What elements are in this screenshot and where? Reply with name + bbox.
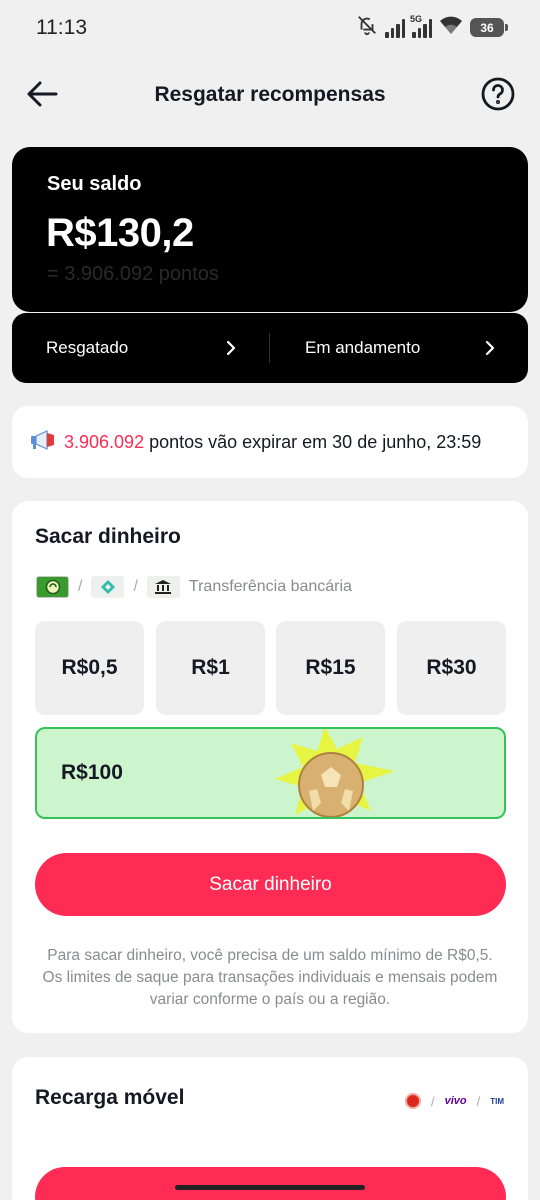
chevron-right-icon [226, 340, 236, 361]
withdraw-button[interactable]: Sacar dinheiro [35, 853, 506, 916]
balance-links: Resgatado Em andamento [12, 313, 528, 383]
claro-logo-icon [404, 1093, 421, 1109]
battery-icon: 36 [470, 18, 508, 37]
help-button[interactable] [478, 76, 518, 116]
back-button[interactable] [22, 76, 62, 116]
balance-label: Seu saldo [47, 173, 142, 195]
signal-icon [385, 18, 405, 38]
nav-bar: Resgatar recompensas [0, 70, 540, 122]
status-icons: 5G 36 [356, 14, 508, 41]
expiry-notice: 3.906.092 pontos vão expirar em 30 de ju… [12, 406, 528, 478]
status-bar: 11:13 5G 36 [0, 0, 540, 56]
recharge-title: Recarga móvel [35, 1086, 185, 1109]
home-indicator[interactable] [175, 1185, 365, 1190]
amount-option[interactable]: R$15 [276, 621, 385, 715]
mobile-recharge-card: Recarga móvel / vivo / TIM [12, 1057, 528, 1200]
signal-5g-icon: 5G [410, 14, 432, 38]
redeemed-link[interactable]: Resgatado [46, 313, 246, 383]
in-progress-link[interactable]: Em andamento [305, 313, 505, 383]
redeemed-label: Resgatado [46, 338, 129, 357]
vivo-logo: vivo [444, 1095, 467, 1107]
in-progress-label: Em andamento [305, 338, 421, 357]
operator-logos: / vivo / TIM [404, 1093, 504, 1109]
method-separator: / [133, 578, 138, 595]
tim-logo: TIM [490, 1096, 504, 1106]
payment-methods: / / Transferência bancária [36, 574, 352, 600]
amount-option[interactable]: R$0,5 [35, 621, 144, 715]
bank-transfer-label: Transferência bancária [188, 578, 352, 595]
balance-amount: R$130,2 [46, 211, 194, 255]
links-divider [269, 333, 270, 363]
amount-option-selected[interactable]: R$100 [35, 727, 506, 819]
pix-app-icon [36, 576, 69, 598]
chevron-right-icon [485, 340, 495, 361]
operator-separator: / [430, 1093, 435, 1109]
amount-option[interactable]: R$30 [397, 621, 506, 715]
recharge-button[interactable] [35, 1167, 506, 1200]
amount-option[interactable]: R$1 [156, 621, 265, 715]
wifi-icon [439, 15, 463, 40]
page-title: Resgatar recompensas [154, 83, 386, 106]
cash-withdraw-card: Sacar dinheiro / / Transferência bancári… [12, 501, 528, 1033]
megaphone-icon [30, 429, 56, 456]
pix-icon [91, 576, 125, 598]
withdraw-info-text: Para sacar dinheiro, você precisa de um … [42, 947, 498, 1008]
status-time: 11:13 [36, 16, 87, 39]
help-circle-icon [481, 77, 515, 116]
balance-card: Seu saldo R$130,2 = 3.906.092 pontos [12, 147, 528, 312]
method-separator: / [78, 578, 83, 595]
operator-separator: / [476, 1093, 481, 1109]
arrow-left-icon [26, 80, 58, 113]
balance-points: = 3.906.092 pontos [47, 263, 219, 285]
soccer-ball-burst-icon [255, 729, 415, 817]
bank-icon [146, 576, 180, 598]
expiry-text: pontos vão expirar em 30 de junho, 23:59 [149, 431, 482, 452]
bell-off-icon [356, 14, 378, 41]
selected-amount-label: R$100 [61, 761, 123, 784]
expiring-points: 3.906.092 [64, 431, 145, 452]
cash-title: Sacar dinheiro [35, 525, 181, 548]
